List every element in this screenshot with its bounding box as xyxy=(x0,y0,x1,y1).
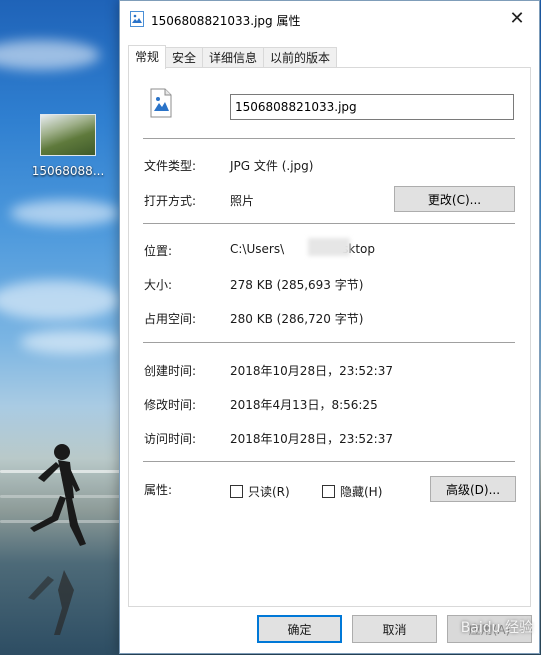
desktop-file-icon[interactable]: 15068088... xyxy=(30,114,106,178)
properties-dialog: 1506808821033.jpg 属性 ✕ 常规 安全 详细信息 以前的版本 … xyxy=(119,0,540,654)
location-path-start: C:\Users\ xyxy=(230,242,285,256)
size-value: 278 KB (285,693 字节) xyxy=(230,278,364,292)
size-label: 大小: xyxy=(144,278,173,292)
image-thumbnail xyxy=(40,114,96,156)
modified-label: 修改时间: xyxy=(144,398,197,412)
location-label: 位置: xyxy=(144,244,173,258)
location-value: C:\Users\ sktop xyxy=(230,242,375,256)
tab-details[interactable]: 详细信息 xyxy=(202,47,265,69)
accessed-label: 访问时间: xyxy=(144,432,197,446)
readonly-checkbox-box[interactable] xyxy=(230,485,243,498)
hidden-checkbox[interactable]: 隐藏(H) xyxy=(322,483,382,500)
runner-silhouette xyxy=(28,444,86,635)
tab-bar: 常规 安全 详细信息 以前的版本 xyxy=(128,45,338,69)
image-file-icon xyxy=(150,88,172,118)
attributes-label: 属性: xyxy=(144,483,173,497)
tab-previous-versions[interactable]: 以前的版本 xyxy=(263,47,338,69)
general-panel: 文件类型: JPG 文件 (.jpg) 打开方式: 照片 更改(C)... 位置… xyxy=(128,67,531,607)
advanced-button[interactable]: 高级(D)... xyxy=(430,476,516,502)
modified-value: 2018年4月13日，8:56:25 xyxy=(230,398,378,412)
redacted-username xyxy=(308,238,350,256)
readonly-checkbox-label: 只读(R) xyxy=(248,485,290,499)
hidden-checkbox-box[interactable] xyxy=(322,485,335,498)
opens-with-value: 照片 xyxy=(230,194,255,208)
disk-size-value: 280 KB (286,720 字节) xyxy=(230,312,364,326)
dialog-title: 1506808821033.jpg 属性 xyxy=(151,14,301,28)
image-file-icon xyxy=(130,11,144,27)
file-type-value: JPG 文件 (.jpg) xyxy=(230,159,314,173)
created-value: 2018年10月28日，23:52:37 xyxy=(230,364,393,378)
tab-general[interactable]: 常规 xyxy=(128,45,167,69)
baidu-watermark: Baidu 经验 xyxy=(460,620,533,636)
ok-button[interactable]: 确定 xyxy=(257,615,342,643)
separator xyxy=(143,461,515,462)
change-button[interactable]: 更改(C)... xyxy=(394,186,515,212)
opens-with-label: 打开方式: xyxy=(144,194,197,208)
file-name-input[interactable] xyxy=(230,94,514,120)
disk-size-label: 占用空间: xyxy=(144,312,197,326)
separator xyxy=(143,223,515,224)
close-button[interactable]: ✕ xyxy=(495,1,539,35)
separator xyxy=(143,138,515,139)
readonly-checkbox[interactable]: 只读(R) xyxy=(230,483,290,500)
tab-security[interactable]: 安全 xyxy=(165,47,204,69)
hidden-checkbox-label: 隐藏(H) xyxy=(340,485,383,499)
desktop-file-label: 15068088... xyxy=(31,164,105,178)
cancel-button[interactable]: 取消 xyxy=(352,615,437,643)
title-bar[interactable]: 1506808821033.jpg 属性 ✕ xyxy=(120,1,539,37)
file-type-label: 文件类型: xyxy=(144,159,197,173)
accessed-value: 2018年10月28日，23:52:37 xyxy=(230,432,393,446)
created-label: 创建时间: xyxy=(144,364,197,378)
separator xyxy=(143,342,515,343)
close-icon: ✕ xyxy=(509,7,525,29)
